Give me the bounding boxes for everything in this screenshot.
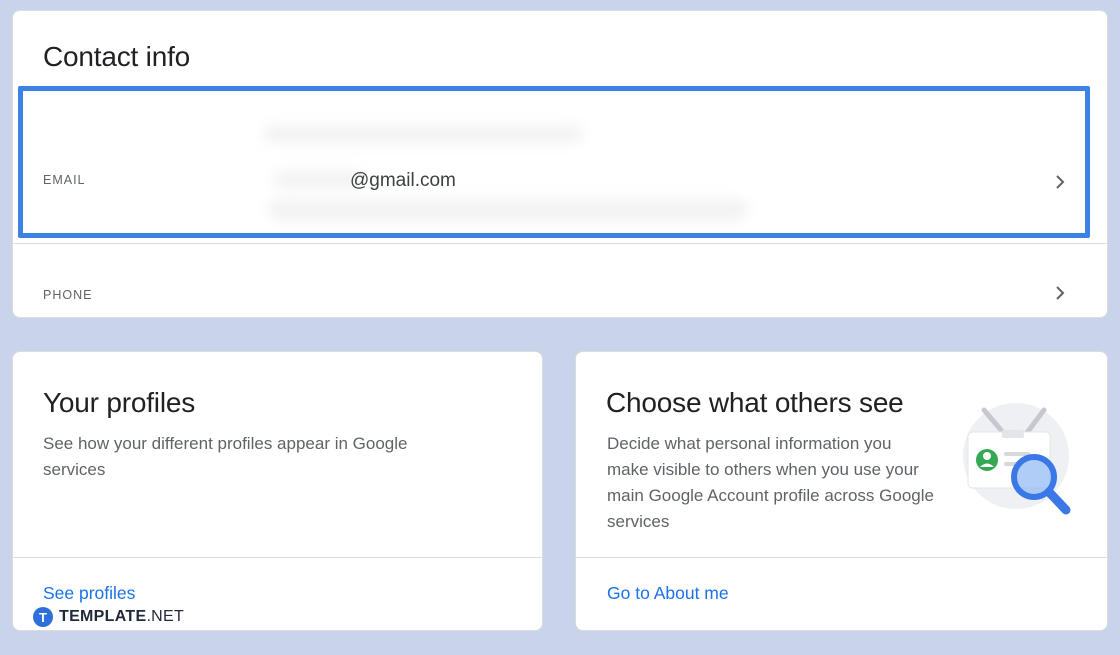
watermark-suffix: .NET <box>146 608 185 625</box>
redacted-text-blur <box>268 199 748 221</box>
choose-what-others-see-footer: Go to About me <box>576 557 1107 630</box>
your-profiles-card: Your profiles See how your different pro… <box>12 351 543 631</box>
template-net-watermark: T TEMPLATE.NET <box>33 607 184 627</box>
choose-what-others-see-title: Choose what others see <box>606 387 904 418</box>
template-logo-icon: T <box>33 607 53 627</box>
email-value: @gmail.com <box>350 170 456 191</box>
chevron-right-icon <box>1056 286 1065 300</box>
watermark-brand: TEMPLATE <box>59 608 147 625</box>
email-row[interactable]: EMAIL @gmail.com <box>13 87 1107 243</box>
your-profiles-description: See how your different profiles appear i… <box>43 434 408 479</box>
redacted-text-blur <box>263 125 583 143</box>
profile-search-illustration-icon <box>963 403 1071 515</box>
go-to-about-me-link[interactable]: Go to About me <box>607 583 729 604</box>
phone-row[interactable]: PHONE <box>13 243 1107 317</box>
phone-label: PHONE <box>43 288 93 302</box>
chevron-right-icon <box>1056 175 1065 189</box>
contact-info-card: Contact info EMAIL @gmail.com PHONE <box>12 10 1108 318</box>
choose-what-others-see-card: Choose what others see Decide what perso… <box>575 351 1108 631</box>
watermark-text: TEMPLATE.NET <box>59 608 184 626</box>
your-profiles-title: Your profiles <box>43 387 196 418</box>
email-label: EMAIL <box>43 173 86 187</box>
contact-info-title: Contact info <box>43 41 191 72</box>
choose-what-others-see-description: Decide what personal information you mak… <box>607 434 934 531</box>
see-profiles-link[interactable]: See profiles <box>43 583 135 604</box>
